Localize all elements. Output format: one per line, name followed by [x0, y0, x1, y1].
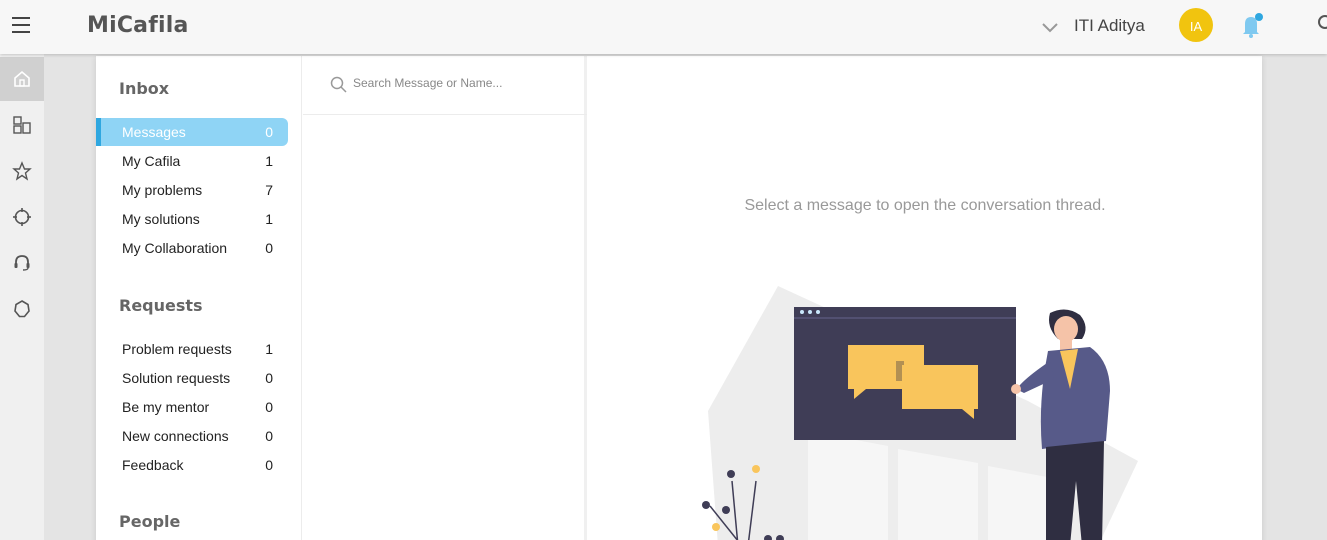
request-item-problem[interactable]: Problem requests 1 [96, 335, 288, 363]
menu-label: My Cafila [122, 153, 181, 169]
menu-count: 7 [265, 182, 273, 198]
menu-count: 0 [265, 457, 273, 473]
rail-home[interactable] [0, 57, 44, 101]
inbox-item-messages[interactable]: Messages 0 [96, 118, 288, 146]
inbox-heading: Inbox [119, 79, 170, 98]
menu-label: Feedback [122, 457, 184, 473]
inbox-item-my-solutions[interactable]: My solutions 1 [96, 205, 288, 233]
menu-count: 0 [265, 399, 273, 415]
menu-icon[interactable] [12, 17, 30, 33]
menu-count: 1 [265, 153, 273, 169]
request-item-connections[interactable]: New connections 0 [96, 422, 288, 450]
settings-icon [14, 300, 30, 318]
request-item-mentor[interactable]: Be my mentor 0 [96, 393, 288, 421]
search-icon [330, 76, 347, 93]
home-icon [14, 70, 30, 87]
menu-label: Solution requests [122, 370, 231, 386]
bell-icon[interactable] [1239, 12, 1265, 40]
menu-label: My problems [122, 182, 203, 198]
headset-icon [14, 255, 30, 271]
user-name[interactable]: ITI Aditya [1074, 16, 1145, 36]
rail-badge[interactable] [0, 149, 44, 193]
message-list [303, 56, 587, 540]
menu-count: 0 [265, 428, 273, 444]
requests-heading: Requests [119, 296, 203, 315]
menu-count: 0 [265, 240, 273, 256]
inbox-item-my-cafila[interactable]: My Cafila 1 [96, 147, 288, 175]
people-heading: People [119, 512, 181, 531]
chevron-down-icon[interactable] [1041, 20, 1059, 34]
conversation-pane: Select a message to open the conversatio… [588, 56, 1262, 540]
chat-illustration [702, 286, 1138, 540]
rail-settings[interactable] [0, 287, 44, 331]
menu-label: Messages [122, 124, 186, 140]
dashboard-icon [13, 116, 31, 134]
empty-thread-text: Select a message to open the conversatio… [744, 197, 1106, 214]
menu-label: Be my mentor [122, 399, 210, 415]
side-rail [0, 54, 44, 540]
star-badge-icon [12, 161, 32, 181]
inbox-sidebar: Inbox Messages 0 My Cafila 1 My problems… [96, 56, 302, 540]
request-item-solution[interactable]: Solution requests 0 [96, 364, 288, 392]
message-search [303, 56, 587, 115]
rail-support[interactable] [0, 241, 44, 285]
menu-count: 0 [265, 370, 273, 386]
search-icon[interactable] [1317, 14, 1327, 34]
avatar[interactable]: IA [1179, 8, 1213, 42]
menu-count: 1 [265, 211, 273, 227]
menu-label: My solutions [122, 211, 200, 227]
app-logo[interactable]: MiCafila [87, 13, 189, 38]
menu-label: My Collaboration [122, 240, 228, 256]
request-item-feedback[interactable]: Feedback 0 [96, 451, 288, 479]
target-icon [13, 208, 31, 226]
inbox-card: Inbox Messages 0 My Cafila 1 My problems… [96, 56, 1262, 540]
menu-label: Problem requests [122, 341, 232, 357]
inbox-item-my-problems[interactable]: My problems 7 [96, 176, 288, 204]
rail-target[interactable] [0, 195, 44, 239]
top-bar: MiCafila ITI Aditya IA [0, 0, 1327, 54]
search-input[interactable] [353, 73, 573, 93]
menu-count: 1 [265, 341, 273, 357]
inbox-item-my-collaboration[interactable]: My Collaboration 0 [96, 234, 288, 262]
menu-count: 0 [265, 124, 273, 140]
menu-label: New connections [122, 428, 229, 444]
rail-dashboard[interactable] [0, 103, 44, 147]
